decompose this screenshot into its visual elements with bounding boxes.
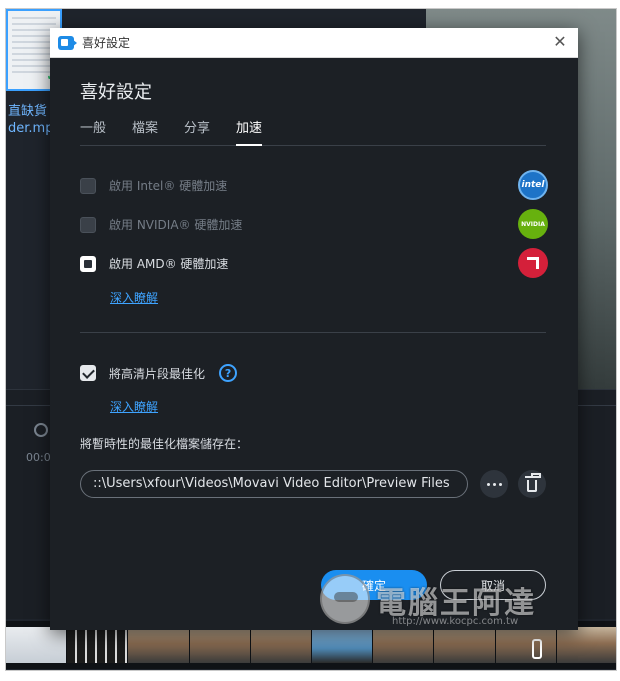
- filmstrip-frame: [250, 627, 313, 663]
- save-location-label: 將暫時性的最佳化檔案儲存在：: [80, 437, 249, 451]
- filmstrip-frame: [6, 627, 68, 663]
- filmstrip-frame: [434, 627, 496, 663]
- intel-logo-icon: intel: [518, 170, 548, 200]
- intel-acceleration-checkbox[interactable]: [80, 177, 96, 194]
- optimize-hd-label: 將高清片段最佳化: [109, 366, 206, 381]
- close-icon[interactable]: ✕: [552, 34, 568, 50]
- acceleration-learn-more-link[interactable]: 深入瞭解: [110, 289, 158, 306]
- intel-badge-text: intel: [521, 180, 545, 190]
- section-divider: [80, 332, 546, 333]
- amd-acceleration-checkbox[interactable]: [80, 255, 96, 272]
- preferences-dialog: 喜好設定 ✕ 喜好設定 一般 檔案 分享 加速 啟用 Intel® 硬體加速 i…: [50, 28, 578, 630]
- intel-acceleration-row: 啟用 Intel® 硬體加速: [80, 177, 227, 194]
- browse-folder-button[interactable]: [480, 470, 508, 498]
- help-icon[interactable]: ?: [219, 364, 238, 382]
- playhead-handle[interactable]: [532, 639, 542, 659]
- amd-arrow-icon: [527, 257, 539, 269]
- clock-icon: [34, 423, 48, 437]
- intel-acceleration-label: 啟用 Intel® 硬體加速: [109, 179, 228, 193]
- page-title: 喜好設定: [80, 82, 152, 103]
- filmstrip-frame: [189, 627, 251, 663]
- nvidia-badge-text: NVIDIA: [521, 220, 545, 228]
- window-title: 喜好設定: [82, 36, 131, 50]
- more-dots-icon: [486, 482, 502, 486]
- ok-button[interactable]: 確定: [321, 570, 427, 600]
- nvidia-acceleration-row: 啟用 NVIDIA® 硬體加速: [80, 216, 242, 233]
- filmstrip-frame: [556, 627, 616, 663]
- tab-acceleration[interactable]: 加速: [236, 120, 263, 146]
- amd-logo-icon: [518, 248, 548, 278]
- save-path-field[interactable]: ::\Users\xfour\Videos\Movavi Video Edito…: [80, 470, 468, 498]
- cancel-button[interactable]: 取消: [440, 570, 546, 600]
- trash-icon: [525, 472, 541, 492]
- optimize-hd-checkbox[interactable]: [80, 365, 96, 381]
- nvidia-acceleration-label: 啟用 NVIDIA® 硬體加速: [109, 218, 243, 232]
- filmstrip-frame: [128, 627, 190, 663]
- filmstrip-frame: [495, 627, 557, 663]
- delete-files-button[interactable]: [518, 470, 546, 498]
- movavi-app-icon: [58, 35, 77, 50]
- tab-files[interactable]: 檔案: [132, 120, 158, 146]
- filmstrip-frame: [373, 627, 435, 663]
- optimize-learn-more-link[interactable]: 深入瞭解: [110, 398, 158, 415]
- nvidia-acceleration-checkbox[interactable]: [80, 216, 96, 233]
- tab-sharing[interactable]: 分享: [184, 120, 210, 146]
- nvidia-logo-icon: NVIDIA: [518, 209, 548, 239]
- amd-acceleration-label: 啟用 AMD® 硬體加速: [109, 257, 229, 271]
- amd-acceleration-row: 啟用 AMD® 硬體加速: [80, 255, 228, 272]
- timecode: 00:0: [26, 451, 51, 464]
- dialog-titlebar[interactable]: 喜好設定: [50, 28, 578, 58]
- optimize-hd-row: 將高清片段最佳化 ?: [80, 364, 238, 382]
- tab-general[interactable]: 一般: [80, 120, 106, 146]
- filmstrip-frame: [312, 627, 374, 663]
- filmstrip-frame: [67, 627, 129, 663]
- tab-bar: 一般 檔案 分享 加速: [80, 120, 546, 146]
